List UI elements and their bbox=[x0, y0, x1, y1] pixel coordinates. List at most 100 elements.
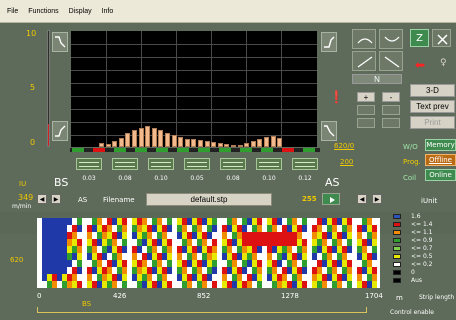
y-620-label: 620 bbox=[10, 256, 24, 264]
heatmap-cell bbox=[372, 239, 377, 246]
heatmap-cell bbox=[372, 218, 377, 225]
scale-label: <= 0.5 bbox=[411, 253, 433, 260]
scale-swatch bbox=[393, 278, 401, 283]
as-lower-label: AS bbox=[78, 196, 88, 204]
zone-control[interactable] bbox=[184, 158, 210, 170]
zone-value: 0.10 bbox=[262, 175, 276, 182]
offline-button[interactable]: Offline bbox=[425, 154, 456, 166]
curve-up-icon bbox=[55, 36, 66, 48]
filename-label: Filename bbox=[103, 196, 135, 204]
scale-label: <= 0.9 bbox=[411, 237, 433, 244]
scale-swatch bbox=[393, 254, 401, 259]
minus-button[interactable]: - bbox=[382, 92, 400, 102]
page-prev-button[interactable]: ◀ bbox=[357, 194, 367, 204]
right-scale-down-button[interactable] bbox=[321, 121, 337, 141]
histogram-bar bbox=[171, 135, 177, 147]
zone-control[interactable] bbox=[220, 158, 246, 170]
memory-button[interactable]: Memory bbox=[425, 139, 456, 151]
segment-marker bbox=[114, 148, 126, 152]
left-scale-down-button[interactable] bbox=[52, 121, 68, 141]
3d-button[interactable]: 3-D bbox=[410, 84, 455, 97]
menu-bar: File Functions Display Info bbox=[0, 0, 456, 23]
histogram-bar bbox=[125, 133, 131, 147]
scale-swatch bbox=[393, 214, 401, 219]
menu-functions[interactable]: Functions bbox=[28, 8, 58, 15]
iunit-label: iUnit bbox=[421, 197, 438, 205]
histogram-bar bbox=[244, 143, 250, 147]
histogram-bar bbox=[158, 130, 164, 147]
next-file-button[interactable]: ▶ bbox=[51, 194, 61, 204]
tools-button[interactable] bbox=[432, 29, 451, 47]
arch-down-button[interactable] bbox=[379, 29, 403, 49]
arch-up-button[interactable] bbox=[352, 29, 376, 49]
histogram-bar bbox=[231, 145, 236, 147]
zone-value: 0.03 bbox=[82, 175, 96, 182]
slope-right-button[interactable] bbox=[379, 51, 403, 71]
heatmap-cell bbox=[372, 232, 377, 239]
zone-control[interactable] bbox=[112, 158, 138, 170]
y-axis-mid-label: 5 bbox=[30, 83, 36, 92]
left-scale-up-button[interactable] bbox=[52, 32, 68, 52]
histogram-bar bbox=[132, 130, 137, 147]
scale-label: <= 0.7 bbox=[411, 245, 433, 252]
segment-marker bbox=[177, 148, 189, 152]
histogram-bar bbox=[217, 143, 223, 147]
zone-control[interactable] bbox=[256, 158, 282, 170]
scale-label: 0 bbox=[411, 269, 415, 276]
chart-grid-line bbox=[281, 31, 282, 147]
chart-grid-line bbox=[71, 57, 317, 58]
strip-length-label: Strip length bbox=[419, 294, 455, 301]
slope-left-button[interactable] bbox=[352, 51, 376, 71]
menu-display[interactable]: Display bbox=[69, 8, 92, 15]
histogram-bar bbox=[237, 145, 243, 147]
zone-value: 0.12 bbox=[298, 175, 312, 182]
lock-right-button[interactable] bbox=[382, 118, 400, 128]
prev-file-button[interactable]: ◀ bbox=[37, 194, 47, 204]
strip-indicator bbox=[37, 307, 367, 313]
plus-button[interactable]: + bbox=[357, 92, 375, 102]
x-axis-label: 1704 bbox=[365, 292, 383, 300]
histogram-bar bbox=[151, 128, 157, 147]
histogram-bar bbox=[105, 144, 111, 147]
status-200: 200 bbox=[340, 158, 354, 166]
filename-field[interactable]: default.stp bbox=[146, 193, 272, 206]
chart-grid-line bbox=[176, 31, 177, 147]
histogram-bar bbox=[224, 144, 230, 147]
right-arrow-button[interactable] bbox=[382, 105, 400, 115]
heatmap-cell bbox=[372, 281, 377, 288]
histogram-bar bbox=[204, 141, 210, 147]
app-window: File Functions Display Info 10 5 0 IU BS… bbox=[0, 0, 456, 320]
left-arrow-button[interactable] bbox=[357, 105, 375, 115]
segment-marker bbox=[93, 148, 105, 152]
color-scale: 1.6 <= 1.4 <= 1.1 <= 0.9 <= 0.7 <= 0.5 <= 0.2 0… bbox=[393, 211, 438, 289]
x-axis-label: 426 bbox=[113, 292, 127, 300]
zone-value: 0.05 bbox=[190, 175, 204, 182]
zone-control[interactable] bbox=[76, 158, 102, 170]
segment-marker bbox=[135, 148, 147, 152]
page-next-button[interactable]: ▶ bbox=[372, 194, 382, 204]
n-button[interactable]: N bbox=[352, 74, 402, 84]
print-button[interactable]: Print bbox=[410, 116, 455, 129]
heatmap-cell bbox=[372, 267, 377, 274]
histogram-bar bbox=[191, 139, 197, 147]
histogram-bar bbox=[178, 137, 184, 147]
play-button[interactable] bbox=[322, 193, 340, 205]
slope-left-icon bbox=[357, 56, 373, 68]
zone-control[interactable] bbox=[292, 158, 318, 170]
online-button[interactable]: Online bbox=[425, 169, 456, 181]
curve-down-icon bbox=[55, 125, 66, 137]
scale-swatch bbox=[393, 270, 401, 275]
menu-info[interactable]: Info bbox=[102, 8, 114, 15]
histogram-bar bbox=[138, 128, 144, 147]
z-button[interactable]: Z bbox=[410, 29, 429, 47]
histogram-bar bbox=[118, 138, 124, 147]
right-scale-up-button[interactable] bbox=[321, 32, 337, 52]
y-axis-top-label: 10 bbox=[26, 29, 37, 38]
as-label: AS bbox=[325, 176, 340, 189]
level-fill bbox=[48, 124, 49, 146]
lock-left-button[interactable] bbox=[357, 118, 375, 128]
text-prev-button[interactable]: Text prev bbox=[410, 100, 455, 113]
menu-file[interactable]: File bbox=[7, 8, 18, 15]
chart-grid-line bbox=[71, 44, 317, 45]
zone-control[interactable] bbox=[148, 158, 174, 170]
